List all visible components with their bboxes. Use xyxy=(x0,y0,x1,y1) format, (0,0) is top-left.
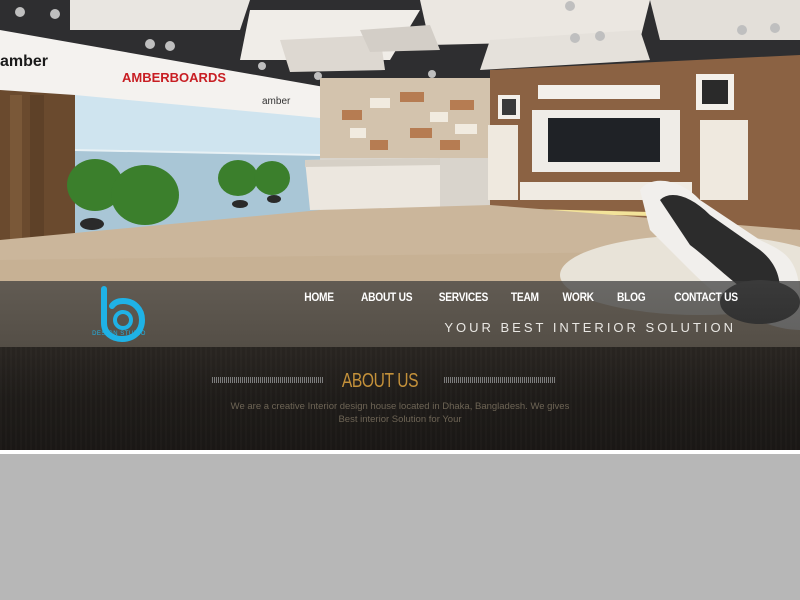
amber-sign-left: amber xyxy=(0,53,48,70)
amberboards-sign: AMBERBOARDS xyxy=(122,70,226,85)
about-title: ABOUT US xyxy=(341,370,419,392)
about-title-right-rule xyxy=(444,377,556,383)
nav-about-us[interactable]: ABOUT US xyxy=(346,290,412,304)
nav-work[interactable]: WORK xyxy=(547,290,594,304)
page-background-gray xyxy=(0,454,800,600)
nav-services[interactable]: SERVICES xyxy=(423,290,489,304)
about-description-line-1: We are a creative Interior design house … xyxy=(230,401,570,412)
about-description-line-2: Best interior Solution for Your xyxy=(338,414,462,425)
logo-caption: DESIGN STUDIO xyxy=(92,331,146,337)
nav-blog[interactable]: BLOG xyxy=(601,290,646,304)
about-title-left-rule xyxy=(212,377,324,383)
about-section xyxy=(0,347,800,450)
nav-team[interactable]: TEAM xyxy=(496,290,539,304)
site-tagline: YOUR BEST INTERIOR SOLUTION xyxy=(444,320,736,335)
nav-contact-us[interactable]: CONTACT US xyxy=(659,290,738,304)
about-description: We are a creative Interior design house … xyxy=(200,400,600,426)
amber-sign-right: amber xyxy=(262,96,291,107)
nav-home[interactable]: HOME xyxy=(289,290,334,304)
main-navigation: HOME ABOUT US SERVICES TEAM WORK BLOG CO… xyxy=(281,290,738,304)
